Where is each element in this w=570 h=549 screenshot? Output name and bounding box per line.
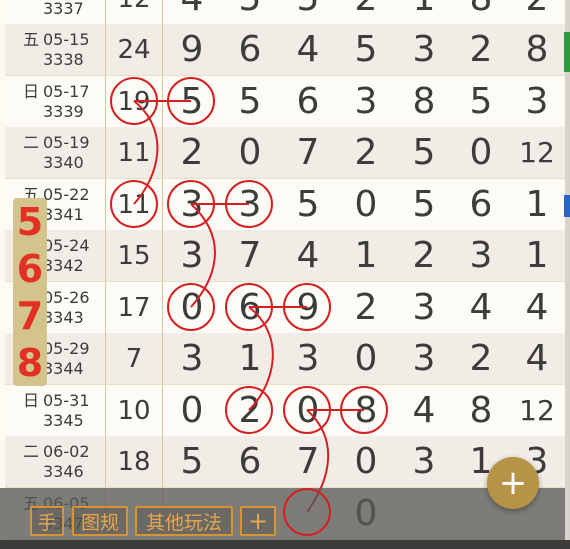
- add-button[interactable]: +: [240, 506, 276, 536]
- green-side-marker: [564, 32, 570, 72]
- number-badge-column[interactable]: 5 6 7 8: [13, 198, 47, 386]
- trend-connector-curve: [190, 203, 216, 308]
- blue-side-marker: [564, 195, 570, 217]
- other-play-button[interactable]: 其他玩法: [135, 506, 233, 536]
- right-edge-strip: [565, 0, 570, 549]
- hand-button[interactable]: 手: [30, 506, 64, 536]
- trend-connector-curve: [133, 100, 159, 205]
- floating-add-button[interactable]: +: [487, 457, 539, 509]
- regulation-button[interactable]: 图规: [72, 506, 128, 536]
- trend-circles-overlay: [110, 77, 388, 513]
- badge-number-6: 6: [16, 246, 44, 291]
- bottom-edge-bar: [0, 540, 570, 549]
- trend-connector-curve: [248, 306, 274, 411]
- badge-number-7: 7: [16, 293, 44, 338]
- badge-number-5: 5: [16, 199, 44, 244]
- badge-number-8: 8: [16, 340, 44, 385]
